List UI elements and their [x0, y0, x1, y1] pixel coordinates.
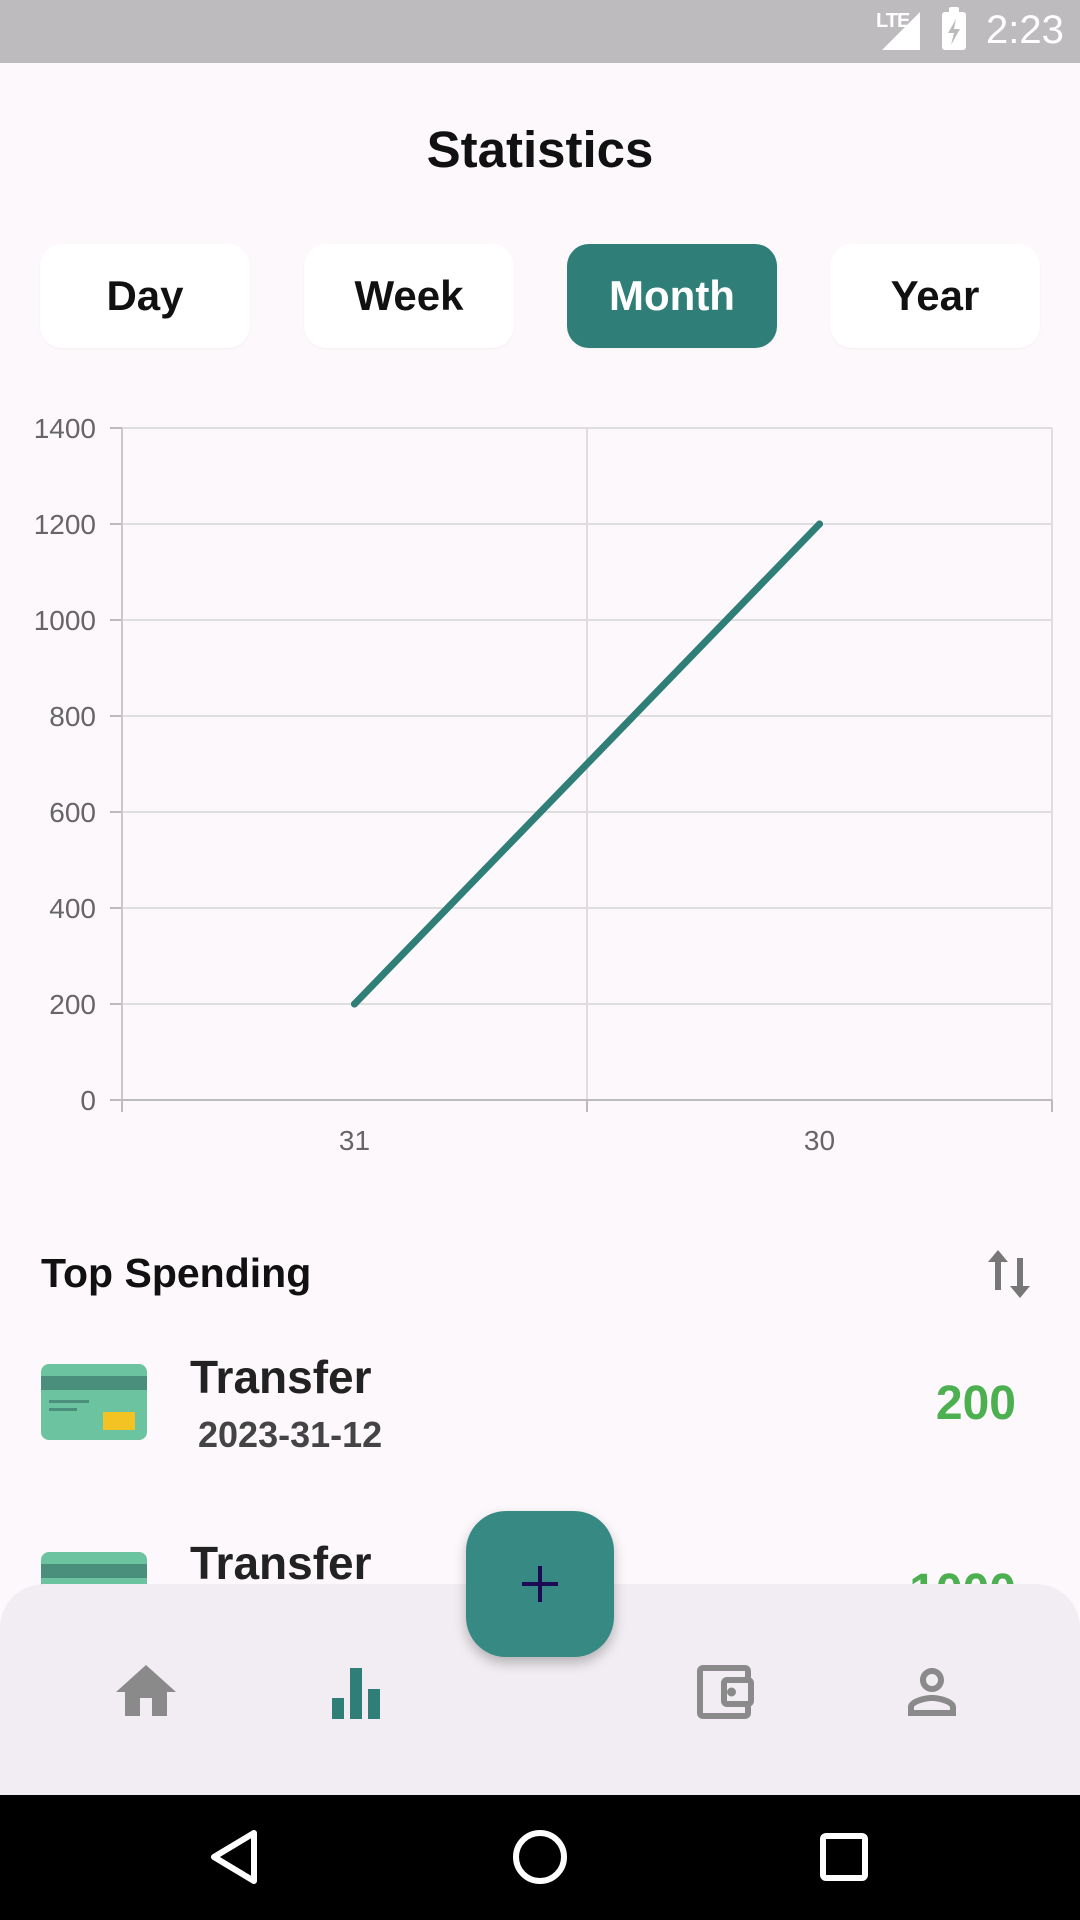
y-tick-label: 600	[49, 797, 96, 828]
page-title: Statistics	[426, 121, 654, 178]
wallet-icon[interactable]	[688, 1656, 760, 1728]
transaction-title: Transfer	[190, 1351, 372, 1403]
transaction-date: 2023-31-12	[198, 1414, 383, 1455]
data-point	[816, 520, 823, 528]
y-tick-label: 0	[80, 1085, 96, 1116]
transaction-amount: 200	[935, 1377, 1016, 1430]
top-spending-title: Top Spending	[41, 1250, 312, 1296]
back-icon[interactable]	[204, 1825, 268, 1889]
recents-icon[interactable]	[812, 1825, 876, 1889]
home-icon[interactable]	[110, 1656, 182, 1728]
sort-icon[interactable]	[984, 1246, 1034, 1302]
status-bar: LTE 2:23	[0, 0, 1080, 63]
list-item[interactable]: Transfer 2023-31-12 200	[0, 1330, 1080, 1480]
statistics-line-chart: 0 200 400 600 800 1000 1200 1400 31 30	[34, 413, 1053, 1156]
y-tick-label: 1000	[34, 605, 96, 636]
home-circle-icon[interactable]	[508, 1825, 572, 1889]
credit-card-icon	[41, 1364, 147, 1440]
y-tick-label: 200	[49, 989, 96, 1020]
tab-day[interactable]: Day	[40, 244, 250, 348]
profile-icon[interactable]	[896, 1656, 968, 1728]
transaction-title: Transfer	[190, 1537, 372, 1589]
y-tick-label: 1400	[34, 413, 96, 444]
bar-chart-icon[interactable]	[320, 1656, 392, 1728]
data-point	[351, 1000, 358, 1008]
x-tick-label: 30	[804, 1125, 835, 1156]
tab-month[interactable]: Month	[567, 244, 777, 348]
plus-icon	[522, 1566, 558, 1602]
clock: 2:23	[986, 8, 1064, 52]
y-tick-label: 400	[49, 893, 96, 924]
y-tick-label: 1200	[34, 509, 96, 540]
x-tick-label: 31	[339, 1125, 370, 1156]
signal-icon	[882, 12, 920, 50]
tab-week[interactable]: Week	[304, 244, 514, 348]
add-transaction-button[interactable]	[466, 1511, 614, 1657]
tab-year[interactable]: Year	[830, 244, 1040, 348]
battery-charging-icon	[942, 7, 966, 50]
system-navigation-bar	[0, 1795, 1080, 1920]
y-tick-label: 800	[49, 701, 96, 732]
